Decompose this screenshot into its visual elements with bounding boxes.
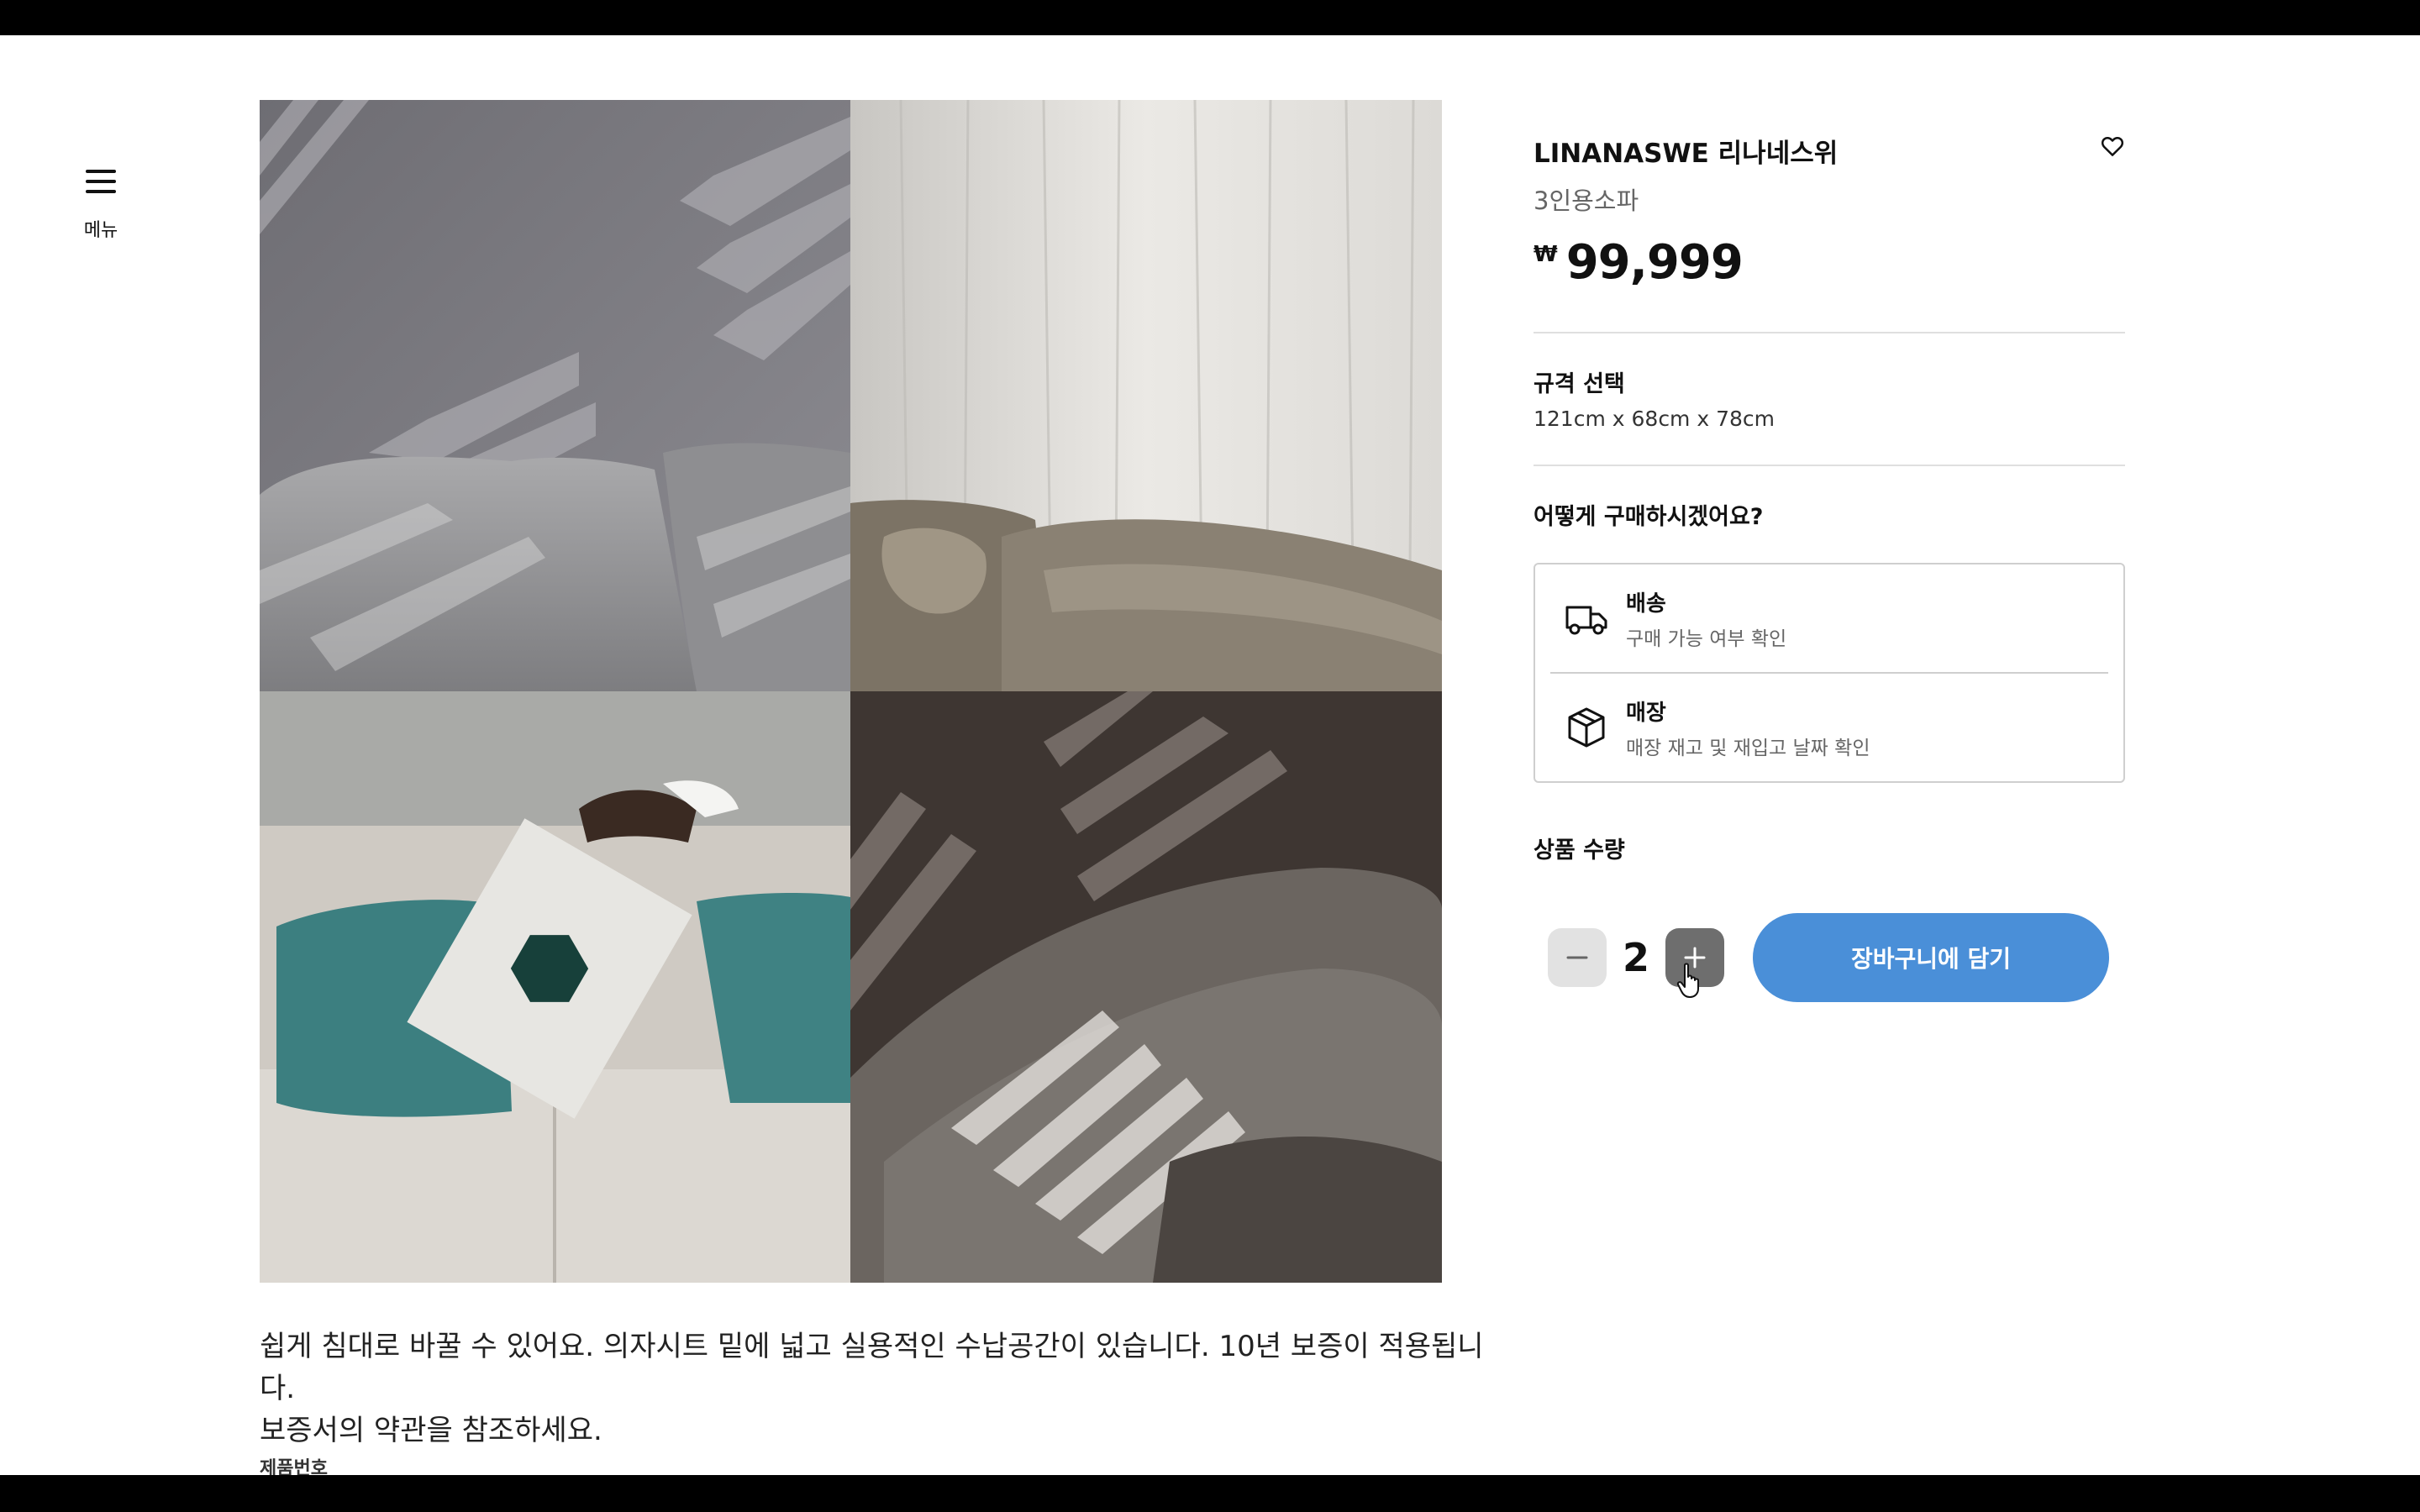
product-price: ₩ 99,999: [1534, 235, 2125, 290]
add-to-cart-button[interactable]: 장바구니에 담기: [1753, 913, 2109, 1002]
product-number-label: 제품번호: [260, 1458, 328, 1475]
favorite-heart-icon[interactable]: [2100, 134, 2125, 159]
product-image-3[interactable]: [260, 691, 850, 1283]
product-image-2[interactable]: [850, 100, 1442, 691]
description-line-2: 보증서의 약관을 참조하세요.: [260, 1414, 602, 1447]
decrease-quantity-button[interactable]: [1548, 928, 1607, 987]
product-image-1[interactable]: [260, 100, 850, 691]
purchase-method-title: 어떻게 구매하시겠어요?: [1534, 504, 1764, 530]
product-gallery: [260, 100, 1442, 1283]
price-value: 99,999: [1565, 235, 1744, 290]
divider: [1534, 332, 2125, 333]
description-line-1: 쉽게 침대로 바꿀 수 있어요. 의자시트 밑에 넓고 실용적인 수납공간이 있…: [260, 1330, 1484, 1405]
delivery-option-title: 배송: [1626, 591, 1666, 617]
purchase-options: 배송 구매 가능 여부 확인 매장 매장 재고 및 재입고 날짜 확인: [1534, 563, 2125, 783]
delivery-option[interactable]: 배송 구매 가능 여부 확인: [1535, 564, 2123, 672]
store-option-subtitle: 매장 재고 및 재입고 날짜 확인: [1626, 737, 1870, 759]
truck-icon: [1564, 596, 1609, 641]
divider: [1534, 465, 2125, 466]
product-info-panel: LINANASWE 리나네스위 3인용소파 ₩ 99,999 규격 선택 121…: [1534, 100, 2125, 1002]
product-title: LINANASWE 리나네스위: [1534, 139, 1839, 169]
menu-button[interactable]: 메뉴: [67, 153, 134, 242]
quantity-value: 2: [1622, 935, 1649, 980]
product-subtitle: 3인용소파: [1534, 186, 1639, 215]
increase-quantity-button[interactable]: [1665, 928, 1724, 998]
box-icon: [1564, 705, 1609, 750]
hamburger-icon: [86, 170, 116, 193]
delivery-option-subtitle: 구매 가능 여부 확인: [1626, 627, 1787, 650]
currency-symbol: ₩: [1534, 242, 1558, 267]
store-option[interactable]: 매장 매장 재고 및 재입고 날짜 확인: [1550, 672, 2108, 781]
quantity-title: 상품 수량: [1534, 837, 1625, 864]
store-option-title: 매장: [1626, 700, 1666, 726]
spec-title: 규격 선택: [1534, 371, 1625, 397]
menu-label: 메뉴: [83, 220, 118, 241]
minus-icon: [1566, 956, 1588, 959]
quantity-stepper: 2 장바구니에 담기: [1534, 913, 2125, 1002]
plus-icon: [1684, 947, 1706, 969]
product-page: 메뉴 쉽게 침대로 바꿀 수 있어요. 의자시트 밑에 넓고 실용적인 수납공간…: [0, 35, 2420, 1475]
product-image-4[interactable]: [850, 691, 1442, 1283]
spec-value[interactable]: 121cm x 68cm x 78cm: [1534, 407, 2125, 431]
product-description: 쉽게 침대로 바꿀 수 있어요. 의자시트 밑에 넓고 실용적인 수납공간이 있…: [260, 1326, 1486, 1452]
